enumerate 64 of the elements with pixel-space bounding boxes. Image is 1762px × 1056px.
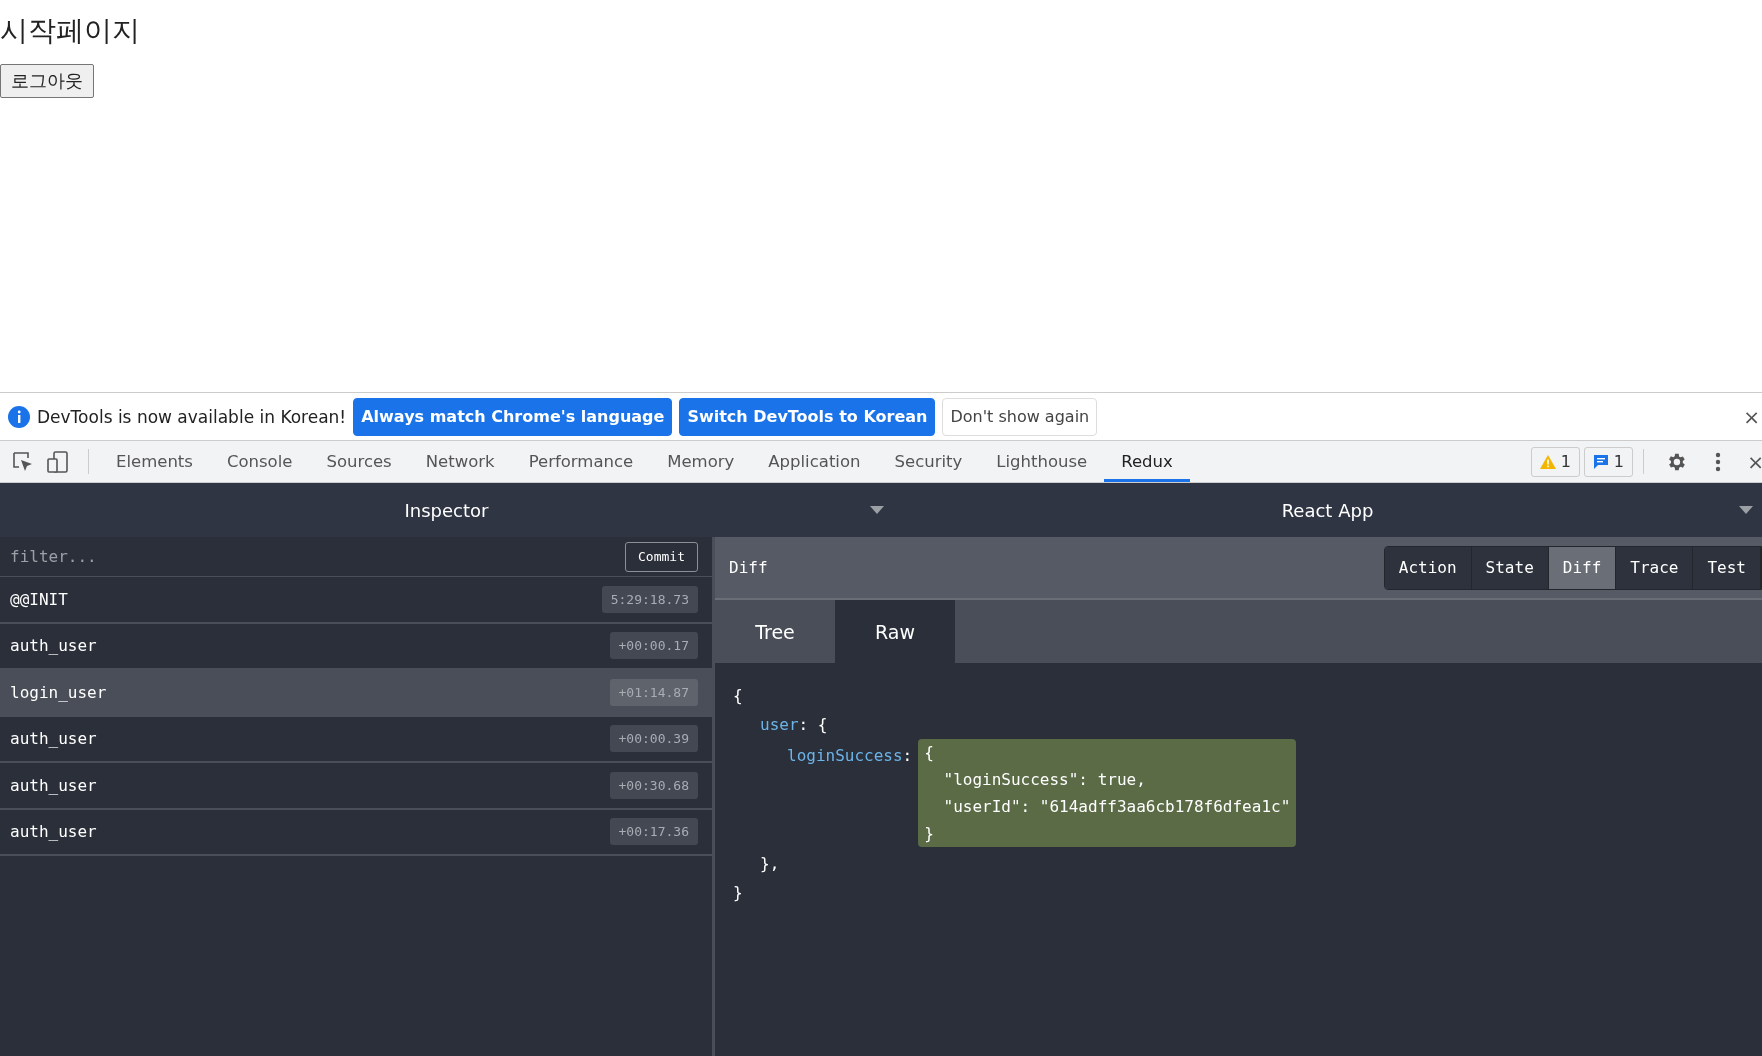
- view-tab[interactable]: Raw: [835, 600, 955, 663]
- devtools-tab[interactable]: Sources: [309, 441, 409, 482]
- message-icon: [1592, 453, 1609, 470]
- added-value-block: { "loginSuccess": true, "userId": "614adff3aa6cb178f6dfea1c" }: [918, 739, 1297, 847]
- action-time: 5:29:18.73: [601, 585, 698, 613]
- filter-field[interactable]: filter...: [0, 537, 626, 576]
- action-name: auth_user: [10, 729, 97, 749]
- action-time: +00:17.36: [609, 818, 698, 846]
- code-punctuation: },: [760, 853, 780, 875]
- close-icon[interactable]: ×: [1743, 404, 1760, 429]
- devtools-tab[interactable]: Application: [751, 441, 878, 482]
- infobar-button[interactable]: Always match Chrome's language: [353, 397, 673, 436]
- action-name: auth_user: [10, 636, 97, 656]
- view-tab[interactable]: Tree: [715, 600, 835, 663]
- code-punctuation: :: [902, 745, 913, 767]
- action-name: auth_user: [10, 775, 97, 795]
- code-punctuation: : {: [798, 714, 828, 736]
- action-time: +01:14.87: [609, 678, 698, 706]
- action-row[interactable]: login_user +01:14.87: [0, 670, 712, 717]
- warning-counter[interactable]: 1: [1530, 446, 1580, 477]
- devtools-tab[interactable]: Lighthouse: [979, 441, 1105, 482]
- code-brace: {: [733, 685, 743, 707]
- action-row[interactable]: auth_user +00:00.39: [0, 716, 712, 763]
- monitor-tab[interactable]: Diff: [1548, 546, 1617, 589]
- monitor-tab[interactable]: Trace: [1616, 546, 1694, 589]
- action-row[interactable]: @@INIT 5:29:18.73: [0, 577, 712, 624]
- close-icon[interactable]: ×: [1747, 449, 1762, 474]
- dropdown-icon[interactable]: [1738, 505, 1754, 515]
- inspector-title[interactable]: Inspector: [404, 499, 489, 521]
- action-time: +00:00.17: [609, 632, 698, 660]
- logout-button[interactable]: 로그아웃: [0, 64, 94, 98]
- device-icon[interactable]: [46, 449, 70, 474]
- code-key: loginSuccess: [787, 739, 903, 770]
- action-time: +00:00.39: [609, 725, 698, 753]
- monitor-tab[interactable]: Action: [1384, 546, 1472, 589]
- action-name: auth_user: [10, 822, 97, 842]
- commit-button[interactable]: Commit: [625, 541, 698, 572]
- devtools-tab[interactable]: Elements: [99, 441, 210, 482]
- monitor-tab[interactable]: Test: [1693, 546, 1761, 589]
- action-name: login_user: [10, 682, 107, 702]
- infobar-message: DevTools is now available in Korean!: [37, 406, 347, 427]
- action-row[interactable]: auth_user +00:30.68: [0, 763, 712, 810]
- devtools-tab[interactable]: Console: [209, 441, 310, 482]
- message-counter[interactable]: 1: [1583, 446, 1633, 477]
- monitor-tab[interactable]: State: [1471, 546, 1549, 589]
- devtools-tab[interactable]: Memory: [650, 441, 752, 482]
- action-time: +00:30.68: [609, 771, 698, 799]
- action-name: @@INIT: [10, 589, 68, 609]
- code-brace: }: [733, 882, 743, 904]
- inspect-icon[interactable]: [12, 450, 34, 473]
- info-icon: [8, 405, 30, 428]
- dropdown-icon[interactable]: [869, 505, 885, 515]
- devtools-tab[interactable]: Network: [408, 441, 512, 482]
- action-row[interactable]: auth_user +00:17.36: [0, 809, 712, 856]
- devtools-tab[interactable]: Security: [877, 441, 980, 482]
- infobar-button[interactable]: Switch DevTools to Korean: [679, 397, 936, 436]
- devtools-tab[interactable]: Performance: [511, 441, 651, 482]
- warning-icon: [1539, 454, 1556, 469]
- panel-title: Diff: [729, 558, 768, 577]
- app-title[interactable]: React App: [1281, 499, 1374, 521]
- more-icon[interactable]: [1715, 451, 1721, 472]
- infobar-button[interactable]: Don't show again: [942, 397, 1098, 436]
- page-heading: 시작페이지: [0, 13, 140, 49]
- code-key: user: [760, 710, 799, 739]
